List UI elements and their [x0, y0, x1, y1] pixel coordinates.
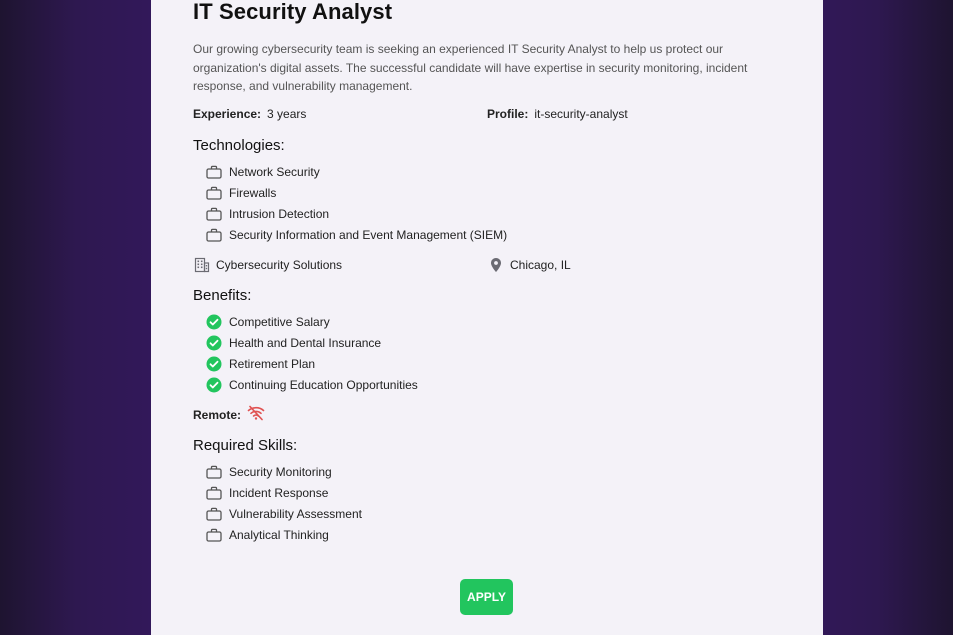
job-card: IT Security Analyst Our growing cybersec… [151, 0, 823, 635]
list-item: Continuing Education Opportunities [205, 374, 418, 395]
briefcase-icon [205, 505, 222, 522]
briefcase-icon [205, 163, 222, 180]
remote-field: Remote: [193, 405, 265, 424]
list-item: Analytical Thinking [205, 524, 362, 545]
location-name: Chicago, IL [510, 257, 571, 272]
skill-label: Security Monitoring [229, 464, 332, 479]
technology-label: Intrusion Detection [229, 206, 330, 221]
experience-field: Experience: 3 years [193, 107, 306, 121]
company-field: Cybersecurity Solutions [193, 256, 342, 273]
skill-label: Vulnerability Assessment [229, 506, 362, 521]
technologies-list: Network Security Firewalls Intrusion Det… [205, 161, 507, 245]
list-item: Competitive Salary [205, 311, 418, 332]
briefcase-icon [205, 226, 222, 243]
list-item: Health and Dental Insurance [205, 332, 418, 353]
benefits-heading: Benefits: [193, 287, 252, 304]
benefits-list: Competitive Salary Health and Dental Ins… [205, 311, 418, 395]
benefit-label: Health and Dental Insurance [229, 335, 382, 350]
location-field: Chicago, IL [487, 256, 571, 273]
skill-label: Analytical Thinking [229, 527, 329, 542]
skills-list: Security Monitoring Incident Response Vu… [205, 461, 362, 545]
profile-field: Profile: it-security-analyst [487, 107, 628, 121]
benefit-label: Competitive Salary [229, 314, 330, 329]
check-circle-icon [205, 376, 222, 393]
remote-label: Remote: [193, 407, 242, 422]
list-item: Retirement Plan [205, 353, 418, 374]
briefcase-icon [205, 184, 222, 201]
briefcase-icon [205, 463, 222, 480]
experience-value: 3 years [267, 107, 307, 121]
briefcase-icon [205, 526, 222, 543]
list-item: Security Information and Event Managemen… [205, 224, 507, 245]
check-circle-icon [205, 334, 222, 351]
building-icon [193, 256, 210, 273]
job-title: IT Security Analyst [193, 0, 393, 24]
technology-label: Network Security [229, 164, 320, 179]
apply-button[interactable]: APPLY [460, 579, 513, 615]
wifi-off-icon [247, 405, 265, 424]
skills-heading: Required Skills: [193, 437, 298, 454]
map-pin-icon [487, 256, 504, 273]
job-description: Our growing cybersecurity team is seekin… [193, 42, 748, 93]
benefit-label: Continuing Education Opportunities [229, 377, 418, 392]
list-item: Intrusion Detection [205, 203, 507, 224]
technologies-heading: Technologies: [193, 137, 285, 154]
list-item: Incident Response [205, 482, 362, 503]
list-item: Security Monitoring [205, 461, 362, 482]
profile-value: it-security-analyst [534, 107, 628, 121]
briefcase-icon [205, 484, 222, 501]
benefit-label: Retirement Plan [229, 356, 316, 371]
technology-label: Firewalls [229, 185, 277, 200]
briefcase-icon [205, 205, 222, 222]
list-item: Network Security [205, 161, 507, 182]
company-name: Cybersecurity Solutions [216, 257, 343, 272]
experience-label: Experience: [193, 107, 262, 121]
list-item: Vulnerability Assessment [205, 503, 362, 524]
technology-label: Security Information and Event Managemen… [229, 227, 508, 242]
check-circle-icon [205, 313, 222, 330]
list-item: Firewalls [205, 182, 507, 203]
skill-label: Incident Response [229, 485, 329, 500]
check-circle-icon [205, 355, 222, 372]
profile-label: Profile: [487, 107, 529, 121]
